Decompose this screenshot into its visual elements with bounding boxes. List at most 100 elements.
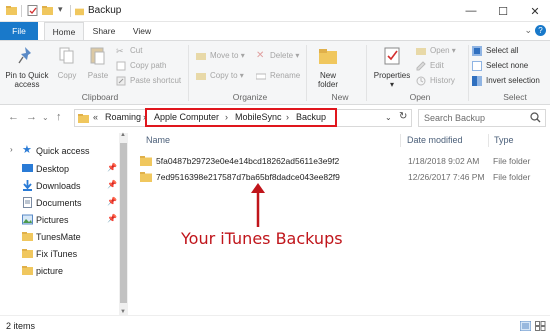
- nav-item-fix-itunes[interactable]: Fix iTunes: [8, 246, 120, 262]
- copy-path-label: Copy path: [130, 61, 167, 70]
- delete-label: Delete: [270, 51, 294, 60]
- overflow-chevron-icon[interactable]: «: [93, 112, 98, 122]
- cut-button[interactable]: ✂ Cut: [116, 45, 142, 57]
- table-row[interactable]: 5fa0487b29723e0e4e14bcd18262ad5611e3e9f2…: [140, 154, 540, 169]
- divider[interactable]: [400, 134, 401, 147]
- pictures-icon: [22, 214, 33, 225]
- select-none-icon: [472, 61, 482, 71]
- copy-path-icon: [116, 61, 126, 71]
- details-view-icon[interactable]: [520, 321, 531, 331]
- history-button[interactable]: History: [416, 75, 455, 87]
- new-group-label: New: [331, 92, 349, 102]
- documents-icon: [23, 197, 32, 208]
- forward-icon[interactable]: →: [26, 111, 37, 123]
- file-type: File folder: [493, 172, 531, 182]
- pin-icon[interactable]: 📌: [107, 180, 117, 189]
- open-group-label: Open: [409, 92, 431, 102]
- folder-icon: [75, 8, 84, 16]
- invert-selection-label: Invert selection: [486, 76, 540, 85]
- pin-icon[interactable]: 📌: [107, 197, 117, 206]
- qat-dropdown-icon[interactable]: ▾: [58, 4, 63, 15]
- nav-item-label: Fix iTunes: [36, 249, 78, 259]
- nav-item-documents[interactable]: Documents 📌: [8, 195, 120, 211]
- move-to-label: Move to: [210, 51, 239, 60]
- select-none-label: Select none: [486, 61, 529, 70]
- copy-path-button[interactable]: Copy path: [116, 60, 166, 72]
- folder-icon: [140, 172, 152, 182]
- select-all-icon: [472, 46, 482, 56]
- divider: [21, 5, 22, 17]
- nav-item-pictures[interactable]: Pictures 📌: [8, 212, 120, 228]
- address-dropdown-icon[interactable]: ⌄: [385, 113, 392, 122]
- invert-selection-icon: [472, 76, 482, 86]
- pin-quick-access-button[interactable]: Pin to Quick access: [2, 45, 52, 89]
- divider: [70, 5, 71, 17]
- select-none-button[interactable]: Select none: [472, 60, 528, 72]
- table-row[interactable]: 7ed9516398e217587d7ba65bf8dadce043ee82f9…: [140, 170, 540, 185]
- pin-icon[interactable]: 📌: [107, 214, 117, 223]
- tab-home[interactable]: Home: [44, 22, 84, 40]
- help-icon[interactable]: ?: [535, 25, 546, 36]
- nav-item-picture[interactable]: picture: [8, 263, 120, 279]
- minimize-button[interactable]: —: [456, 0, 486, 22]
- maximize-button[interactable]: ☐: [488, 0, 518, 22]
- properties-button[interactable]: Properties ▾: [370, 45, 414, 89]
- column-header-name[interactable]: Name: [146, 135, 170, 145]
- invert-selection-button[interactable]: Invert selection: [472, 75, 540, 87]
- paste-button[interactable]: Paste: [84, 45, 112, 80]
- path-highlight: [145, 108, 337, 127]
- delete-button[interactable]: ✕ Delete ▾: [256, 50, 299, 62]
- move-to-button[interactable]: Move to ▾: [196, 50, 245, 62]
- properties-icon[interactable]: [27, 5, 38, 16]
- recent-locations-icon[interactable]: ⌄: [42, 113, 49, 122]
- select-all-button[interactable]: Select all: [472, 45, 518, 57]
- tab-share[interactable]: Share: [88, 22, 120, 40]
- large-icons-view-icon[interactable]: [535, 321, 546, 331]
- ribbon: Pin to Quick access Copy Paste ✂ Cut Copy…: [0, 40, 550, 105]
- open-label: Open: [430, 46, 450, 55]
- properties-dropdown-icon[interactable]: ▾: [370, 80, 414, 89]
- paste-shortcut-button[interactable]: Paste shortcut: [116, 75, 181, 87]
- star-icon: ★: [22, 144, 32, 156]
- properties-icon: [384, 47, 400, 65]
- divider: [306, 45, 307, 101]
- divider[interactable]: [488, 134, 489, 147]
- nav-quick-access[interactable]: › ★ Quick access: [8, 143, 120, 159]
- desktop-icon: [22, 164, 33, 172]
- scrollbar-thumb[interactable]: [120, 143, 127, 303]
- nav-item-label: Desktop: [36, 164, 70, 174]
- downloads-icon: [23, 180, 32, 191]
- rename-button[interactable]: Rename: [256, 70, 300, 82]
- window-title: Backup: [88, 5, 122, 16]
- folder-icon: [22, 249, 33, 258]
- search-box[interactable]: Search Backup: [418, 109, 546, 127]
- copy-to-button[interactable]: Copy to ▾: [196, 70, 244, 82]
- up-icon[interactable]: ↑: [56, 111, 62, 123]
- pin-icon[interactable]: 📌: [107, 163, 117, 172]
- nav-item-desktop[interactable]: Desktop 📌: [8, 161, 120, 177]
- tab-view[interactable]: View: [126, 22, 158, 40]
- tab-file[interactable]: File: [0, 22, 38, 40]
- search-icon[interactable]: [530, 112, 541, 123]
- new-folder-button[interactable]: New folder: [312, 45, 344, 89]
- open-button[interactable]: Open ▾: [416, 45, 456, 57]
- nav-item-downloads[interactable]: Downloads 📌: [8, 178, 120, 194]
- close-button[interactable]: ✕: [520, 0, 550, 22]
- column-header-type[interactable]: Type: [494, 135, 514, 145]
- title-bar: ▾ Backup — ☐ ✕: [0, 0, 550, 22]
- scroll-up-icon[interactable]: ▲: [120, 132, 126, 138]
- refresh-icon[interactable]: ↻: [399, 111, 407, 122]
- organize-group-label: Organize: [232, 92, 268, 102]
- folder-icon: [22, 266, 33, 275]
- breadcrumb-roaming[interactable]: Roaming: [105, 112, 141, 122]
- column-header-date[interactable]: Date modified: [407, 135, 463, 145]
- nav-item-tunesmate[interactable]: TunesMate: [8, 229, 120, 245]
- back-icon[interactable]: ←: [8, 111, 19, 123]
- copy-button[interactable]: Copy: [54, 45, 80, 80]
- nav-scrollbar[interactable]: ▲ ▼: [119, 132, 128, 315]
- collapse-ribbon-icon[interactable]: ⌄: [524, 25, 532, 36]
- move-to-icon: [196, 53, 206, 60]
- edit-button[interactable]: Edit: [416, 60, 444, 72]
- new-folder-icon[interactable]: [42, 5, 53, 16]
- expand-icon[interactable]: ›: [10, 145, 13, 154]
